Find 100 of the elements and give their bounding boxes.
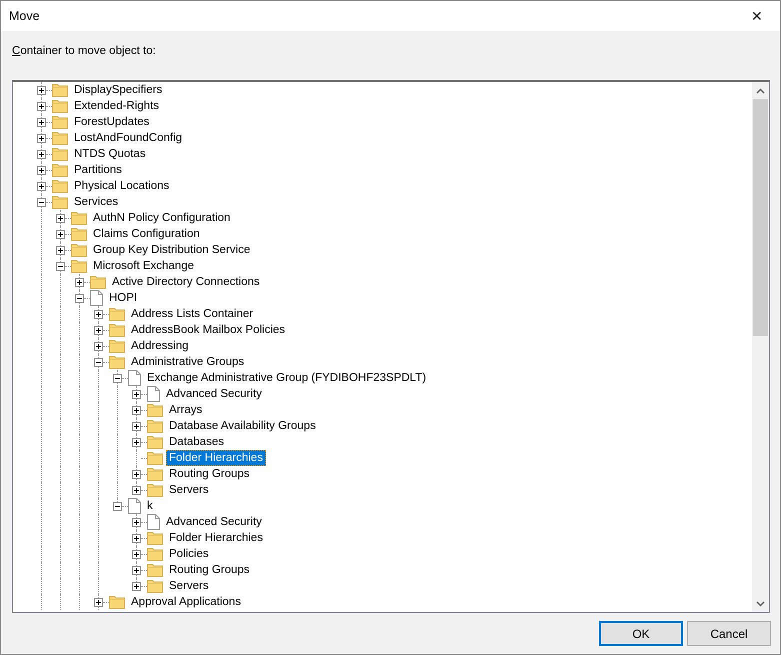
tree-item[interactable]: Services [71,194,122,210]
folder-icon [147,403,163,418]
folder-icon [52,163,68,178]
tree-item[interactable]: NTDS Quotas [71,146,149,162]
tree-item[interactable]: AddressBook Mailbox Policies [128,322,288,338]
folder-icon [71,259,87,274]
expand-icon[interactable] [37,102,46,111]
expand-icon[interactable] [75,278,84,287]
expand-icon[interactable] [37,86,46,95]
expand-icon[interactable] [132,518,141,527]
tree-item[interactable]: Databases [166,434,227,450]
tree-item[interactable]: Advanced Security [163,386,265,402]
collapse-icon[interactable] [56,262,65,271]
tree-item[interactable]: Administrative Groups [128,354,248,370]
folder-icon [147,419,163,434]
folder-icon [147,467,163,482]
scroll-up-icon[interactable] [756,88,765,94]
tree-item[interactable]: DisplaySpecifiers [71,82,166,98]
tree-item[interactable]: Folder Hierarchies [166,530,266,546]
folder-icon [71,243,87,258]
folder-icon [109,355,125,370]
expand-icon[interactable] [132,582,141,591]
tree-item[interactable]: Servers [166,578,212,594]
tree-item[interactable]: LostAndFoundConfig [71,130,186,146]
tree-item[interactable]: Servers [166,482,212,498]
expand-icon[interactable] [37,150,46,159]
tree-item[interactable]: Extended-Rights [71,98,162,114]
tree-item[interactable]: ForestUpdates [71,114,152,130]
folder-icon [52,99,68,114]
folder-icon [109,307,125,322]
tree-item[interactable]: Microsoft Exchange [90,258,197,274]
prompt-label: Container to move object to: [12,44,157,59]
scrollbar-thumb[interactable] [753,99,768,336]
tree-item[interactable]: HOPI [106,290,140,306]
tree-item[interactable]: Address Lists Container [128,306,256,322]
folder-icon [147,451,163,466]
cancel-button[interactable]: Cancel [687,621,771,646]
tree-item[interactable]: Routing Groups [166,466,253,482]
close-button[interactable]: ✕ [734,1,780,31]
scroll-down-icon[interactable] [756,600,765,607]
expand-icon[interactable] [132,470,141,479]
expand-icon[interactable] [132,422,141,431]
tree-item[interactable]: Exchange Administrative Group (FYDIBOHF23SPDLT) [144,370,430,386]
folder-icon [147,483,163,498]
tree-item[interactable]: Folder Hierarchies [166,450,266,466]
tree-item[interactable]: Active Directory Connections [109,274,263,290]
tree-item[interactable]: Arrays [166,402,206,418]
tree-item[interactable]: Partitions [71,162,125,178]
folder-icon [109,323,125,338]
expand-icon[interactable] [132,390,141,399]
expand-icon[interactable] [37,182,46,191]
collapse-icon[interactable] [113,374,122,383]
tree-item[interactable]: AuthN Policy Configuration [90,210,234,226]
tree-item[interactable]: k [144,498,156,514]
expand-icon[interactable] [56,246,65,255]
folder-icon [147,435,163,450]
folder-icon [52,83,68,98]
expand-icon[interactable] [37,134,46,143]
expand-icon[interactable] [132,550,141,559]
folder-icon [71,211,87,226]
folder-icon [52,131,68,146]
folder-icon [147,531,163,546]
expand-icon[interactable] [94,598,103,607]
scrollbar[interactable] [752,82,769,612]
expand-icon[interactable] [94,326,103,335]
tree-item[interactable]: Physical Locations [71,178,172,194]
ok-button[interactable]: OK [599,621,683,646]
folder-icon [147,579,163,594]
window-title: Move [9,8,40,25]
folder-icon [71,227,87,242]
expand-icon[interactable] [132,534,141,543]
folder-icon [109,339,125,354]
folder-icon [109,595,125,610]
expand-icon[interactable] [37,166,46,175]
folder-icon [52,147,68,162]
collapse-icon[interactable] [113,502,122,511]
tree-item[interactable]: Approval Applications [128,594,244,610]
tree-item[interactable]: Advanced Security [163,514,265,530]
collapse-icon[interactable] [94,358,103,367]
tree-item[interactable]: Addressing [128,338,192,354]
expand-icon[interactable] [132,486,141,495]
collapse-icon[interactable] [75,294,84,303]
tree-item[interactable]: Group Key Distribution Service [90,242,254,258]
expand-icon[interactable] [94,310,103,319]
folder-icon [147,563,163,578]
expand-icon[interactable] [132,566,141,575]
collapse-icon[interactable] [37,198,46,207]
expand-icon[interactable] [56,230,65,239]
expand-icon[interactable] [132,406,141,415]
expand-icon[interactable] [94,342,103,351]
tree-item[interactable]: Policies [166,546,212,562]
expand-icon[interactable] [56,214,65,223]
expand-icon[interactable] [132,438,141,447]
folder-icon [52,179,68,194]
tree-item[interactable]: Claims Configuration [90,226,203,242]
folder-icon [147,547,163,562]
folder-icon [90,275,106,290]
tree-item[interactable]: Database Availability Groups [166,418,319,434]
expand-icon[interactable] [37,118,46,127]
tree-item[interactable]: Routing Groups [166,562,253,578]
